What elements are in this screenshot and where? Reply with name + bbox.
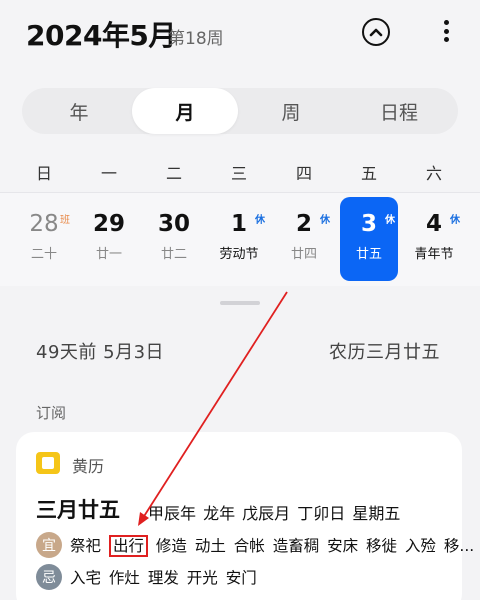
holiday-label: 劳动节	[219, 247, 259, 262]
weekday-wed: 三	[230, 164, 247, 183]
almanac-title: 黄历	[72, 457, 105, 476]
more-options-button[interactable]	[436, 18, 456, 44]
weekday-sun: 日	[35, 164, 52, 183]
lunar-label: 廿二	[160, 247, 187, 262]
almanac-lunar-day: 三月廿五	[36, 498, 120, 522]
auspicious-item: 祭祀	[70, 537, 102, 555]
lunar-label: 廿五	[355, 247, 382, 262]
auspicious-row: 宜 祭祀 出行 修造 动土 合帐 造畜稠 安床 移徙 入殓 移...	[36, 532, 474, 558]
work-day-tag: 班	[60, 215, 70, 226]
weekday-mon: 一	[100, 164, 117, 183]
day-cell[interactable]: 2 休 廿四	[275, 197, 333, 281]
holiday-tag: 休	[385, 215, 395, 226]
day-cell[interactable]: 1 休 劳动节	[210, 197, 268, 281]
holiday-tag: 休	[450, 215, 460, 226]
drag-handle[interactable]	[220, 301, 260, 305]
day-detail-sheet: 49天前 5月3日 农历三月廿五 订阅 黄历 三月廿五 甲辰年 龙年 戊辰月 丁…	[0, 286, 480, 600]
weekday-fri: 五	[360, 164, 377, 183]
week-days-row: 28 班 二十 29 廿一 30 廿二 1 休 劳动节 2 休 廿四 3 休 廿…	[0, 192, 480, 286]
day-cell-selected[interactable]: 3 休 廿五	[340, 197, 398, 281]
view-switcher: 年 月 周 日程	[22, 88, 458, 134]
almanac-card[interactable]: 黄历 三月廿五 甲辰年 龙年 戊辰月 丁卯日 星期五 宜 祭祀 出行 修造 动土…	[16, 432, 474, 600]
tab-week[interactable]: 周	[238, 88, 344, 134]
auspicious-items: 祭祀 出行 修造 动土 合帐 造畜稠 安床 移徙 入殓 移...	[70, 534, 475, 557]
weekday-sat: 六	[425, 164, 442, 183]
weekday-header: 日 一 二 三 四 五 六	[0, 160, 480, 184]
relative-date: 49天前 5月3日	[36, 342, 165, 363]
holiday-label: 青年节	[414, 247, 454, 262]
app-header: 2024年5月 第18周	[0, 0, 480, 70]
lunar-label: 廿一	[95, 247, 122, 262]
holiday-tag: 休	[255, 215, 265, 226]
lunar-date: 农历三月廿五	[329, 342, 440, 363]
inauspicious-row: 忌 入宅 作灶 理发 开光 安门	[36, 564, 257, 590]
subscription-label: 订阅	[36, 404, 67, 422]
day-cell[interactable]: 28 班 二十	[15, 197, 73, 281]
day-cell[interactable]: 29 廿一	[80, 197, 138, 281]
almanac-icon	[36, 452, 60, 474]
weekday-thu: 四	[295, 164, 312, 183]
dot-icon	[443, 28, 449, 34]
tab-year[interactable]: 年	[26, 88, 132, 134]
day-cell[interactable]: 30 廿二	[145, 197, 203, 281]
lunar-label: 廿四	[290, 247, 317, 262]
dot-icon	[443, 20, 449, 25]
auspicious-item-list: 修造 动土 合帐 造畜稠 安床 移徙 入殓 移...	[155, 537, 475, 555]
inauspicious-badge: 忌	[36, 564, 62, 590]
holiday-tag: 休	[320, 215, 330, 226]
lunar-label: 二十	[30, 247, 57, 262]
almanac-ganzhi: 甲辰年 龙年 戊辰月 丁卯日 星期五	[148, 504, 401, 523]
month-title[interactable]: 2024年5月	[26, 14, 176, 54]
day-cell[interactable]: 4 休 青年节	[405, 197, 463, 281]
inauspicious-items: 入宅 作灶 理发 开光 安门	[70, 569, 257, 587]
dot-icon	[443, 37, 449, 42]
auspicious-badge: 宜	[36, 532, 62, 558]
week-number: 第18周	[168, 29, 224, 49]
tab-schedule[interactable]: 日程	[346, 88, 452, 134]
day-number: 29	[92, 211, 125, 237]
highlighted-item: 出行	[108, 535, 148, 557]
chevron-up-icon	[369, 28, 383, 37]
weekday-tue: 二	[165, 164, 182, 183]
day-number: 30	[157, 211, 190, 237]
tab-month[interactable]: 月	[132, 88, 238, 134]
collapse-button[interactable]	[362, 18, 390, 46]
